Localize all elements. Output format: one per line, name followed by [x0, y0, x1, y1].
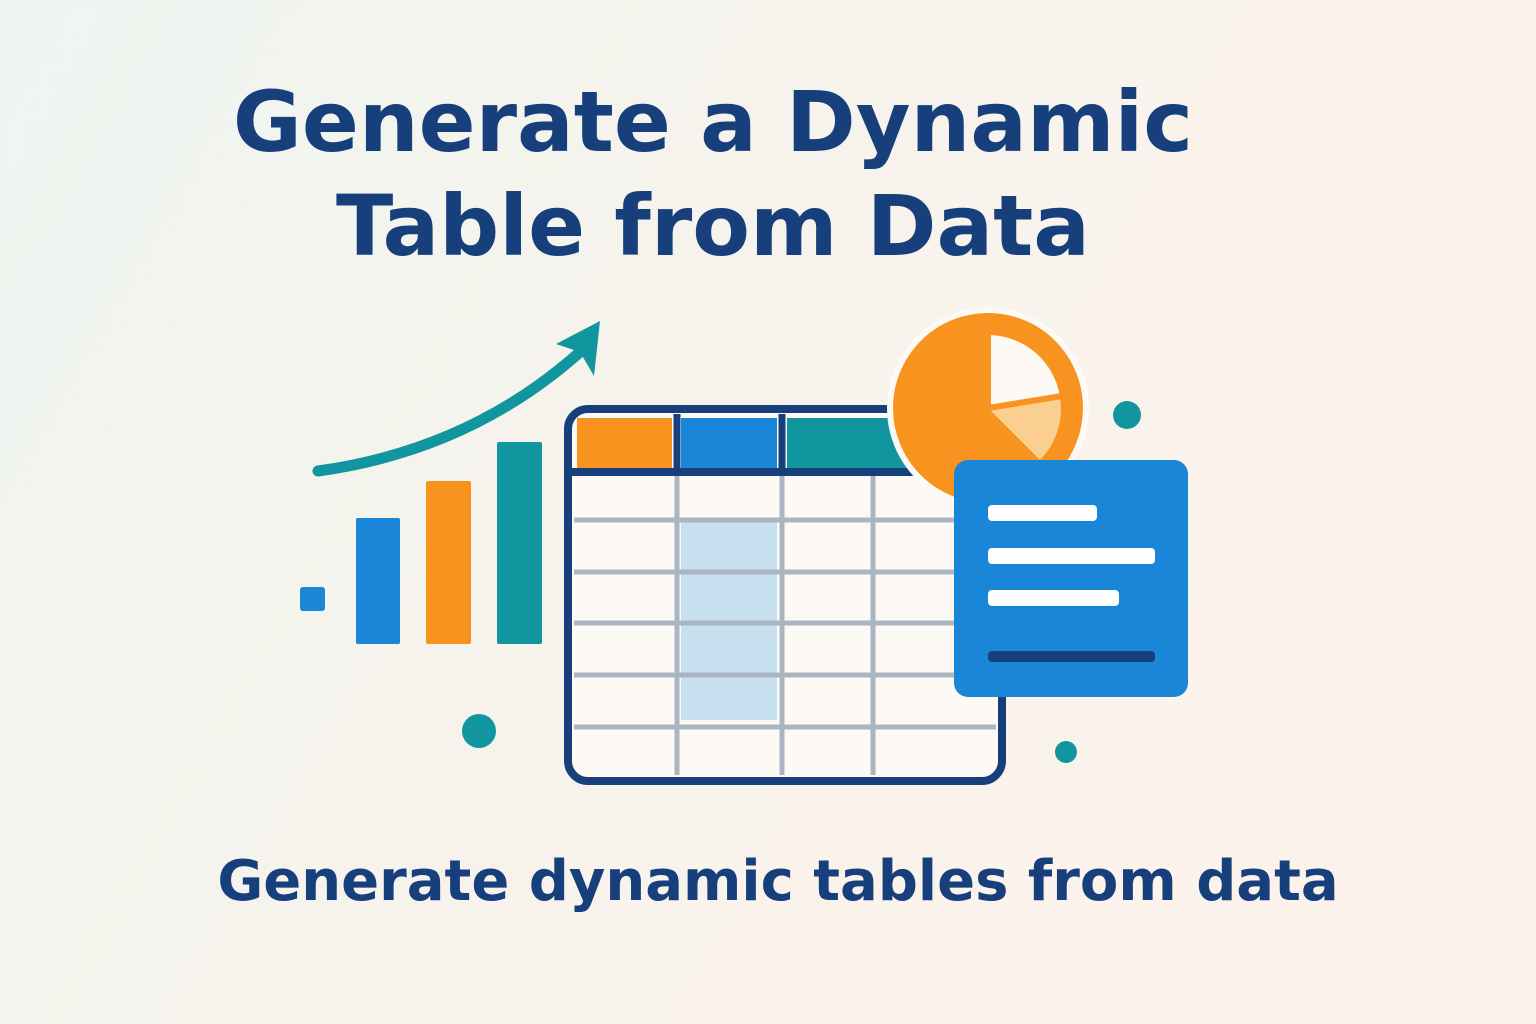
teal-dot-top-right	[1113, 401, 1141, 429]
trend-arrow-icon	[312, 321, 600, 477]
teal-dot-bottom-right	[1055, 741, 1077, 763]
header-cell-orange	[577, 418, 672, 468]
subtitle: Generate dynamic tables from data	[217, 849, 1339, 914]
header-cell-blue	[681, 418, 777, 468]
document-line-2	[988, 548, 1155, 564]
document-line-3	[988, 590, 1119, 606]
blue-square-dot	[300, 587, 325, 611]
document-line-4	[988, 651, 1155, 662]
bar-chart-icon	[356, 442, 542, 644]
document-line-1	[988, 505, 1097, 521]
bar-blue	[356, 518, 400, 644]
teal-dot-left	[462, 714, 496, 748]
bar-teal	[497, 442, 542, 644]
bar-orange	[426, 481, 471, 644]
document-icon	[954, 460, 1188, 697]
